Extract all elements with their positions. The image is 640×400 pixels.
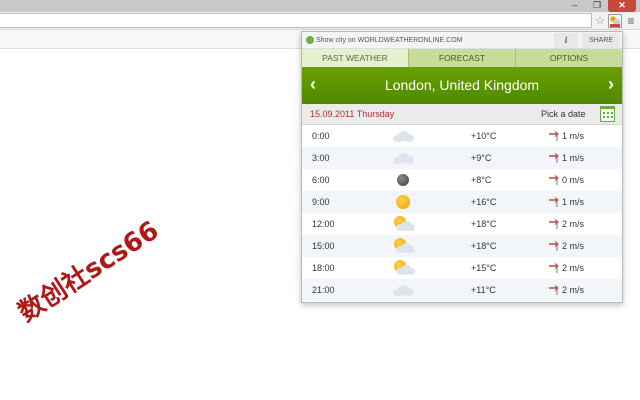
weather-row: 12:00 +18°C 2 m/s	[302, 213, 622, 235]
row-temperature: +18°C	[471, 219, 497, 229]
wind-direction-icon	[549, 197, 559, 207]
weather-row: 9:00 +16°C 1 m/s	[302, 191, 622, 213]
window-titlebar: – ❐ ✕	[0, 0, 640, 12]
row-time: 12:00	[312, 219, 335, 229]
close-button[interactable]: ✕	[608, 0, 636, 12]
weather-row: 3:00 +9°C 1 m/s	[302, 147, 622, 169]
next-city-arrow-icon[interactable]: ›	[603, 67, 619, 104]
hourly-weather-table: 0:00 +10°C 1 m/s 3:00 +9°C 1 m/s 6:00 +8°C 0 m/s…	[302, 125, 622, 301]
row-time: 15:00	[312, 241, 335, 251]
sunny-icon	[390, 194, 416, 210]
wind-direction-icon	[549, 241, 559, 251]
browser-toolbar	[0, 12, 640, 30]
tab-forecast[interactable]: FORECAST	[409, 49, 516, 67]
cloudy-icon	[390, 150, 416, 166]
city-bar: ‹ London, United Kingdom ›	[302, 67, 622, 104]
selected-date: 15.09.2011 Thursday	[310, 109, 395, 119]
row-time: 9:00	[312, 197, 330, 207]
wind-direction-icon	[549, 153, 559, 163]
partly-cloudy-icon	[390, 238, 416, 254]
row-wind-speed: 1 m/s	[562, 153, 585, 163]
row-wind-speed: 2 m/s	[562, 285, 585, 295]
maximize-button[interactable]: ❐	[586, 0, 608, 12]
previous-city-arrow-icon[interactable]: ‹	[305, 67, 321, 104]
row-temperature: +8°C	[471, 175, 492, 185]
weather-row: 0:00 +10°C 1 m/s	[302, 125, 622, 147]
row-wind-speed: 1 m/s	[562, 197, 585, 207]
popup-tabs: PAST WEATHER FORECAST OPTIONS	[302, 49, 622, 67]
city-name: London, United Kingdom	[384, 77, 540, 93]
wind-direction-icon	[549, 285, 559, 295]
tab-options[interactable]: OPTIONS	[516, 49, 622, 67]
moon-icon	[390, 172, 416, 188]
partly-cloudy-icon	[390, 260, 416, 276]
row-time: 18:00	[312, 263, 335, 273]
weather-extension-icon[interactable]	[608, 14, 622, 28]
calendar-icon[interactable]	[600, 106, 615, 122]
cloudy-icon	[390, 128, 416, 144]
pick-a-date-label[interactable]: Pick a date	[541, 104, 586, 125]
row-temperature: +18°C	[471, 241, 497, 251]
row-wind-speed: 1 m/s	[562, 131, 585, 141]
wind-direction-icon	[549, 263, 559, 273]
wind-direction-icon	[549, 131, 559, 141]
globe-icon	[306, 36, 314, 44]
date-bar: 15.09.2011 Thursday Pick a date	[302, 104, 622, 125]
weather-row: 21:00 +11°C 2 m/s	[302, 279, 622, 301]
cloudy-icon	[390, 282, 416, 298]
browser-menu-icon[interactable]: ≡	[625, 12, 637, 30]
weather-row: 18:00 +15°C 2 m/s	[302, 257, 622, 279]
weather-row: 15:00 +18°C 2 m/s	[302, 235, 622, 257]
row-wind-speed: 2 m/s	[562, 219, 585, 229]
row-time: 21:00	[312, 285, 335, 295]
partly-cloudy-icon	[390, 216, 416, 232]
row-time: 6:00	[312, 175, 330, 185]
row-temperature: +9°C	[471, 153, 492, 163]
window-controls: – ❐ ✕	[564, 0, 636, 12]
info-button[interactable]: i	[554, 33, 578, 48]
wind-direction-icon	[549, 175, 559, 185]
row-temperature: +11°C	[471, 285, 496, 295]
show-city-link[interactable]: Show city on WORLDWEATHERONLINE.COM	[316, 34, 463, 47]
minimize-button[interactable]: –	[564, 0, 586, 12]
row-wind-speed: 0 m/s	[562, 175, 585, 185]
watermark-text: 数创社scs66	[13, 215, 165, 329]
wind-direction-icon	[549, 219, 559, 229]
bookmark-star-icon[interactable]: ☆	[594, 12, 606, 30]
row-wind-speed: 2 m/s	[562, 241, 585, 251]
row-time: 0:00	[312, 131, 330, 141]
row-time: 3:00	[312, 153, 330, 163]
row-wind-speed: 2 m/s	[562, 263, 585, 273]
weather-row: 6:00 +8°C 0 m/s	[302, 169, 622, 191]
row-temperature: +15°C	[471, 263, 497, 273]
address-bar[interactable]	[0, 13, 592, 28]
popup-header: Show city on WORLDWEATHERONLINE.COM i SH…	[302, 32, 622, 49]
row-temperature: +16°C	[471, 197, 497, 207]
row-temperature: +10°C	[471, 131, 497, 141]
tab-past-weather[interactable]: PAST WEATHER	[302, 49, 409, 67]
weather-popup: Show city on WORLDWEATHERONLINE.COM i SH…	[301, 31, 623, 303]
share-button[interactable]: SHARE	[582, 33, 620, 48]
